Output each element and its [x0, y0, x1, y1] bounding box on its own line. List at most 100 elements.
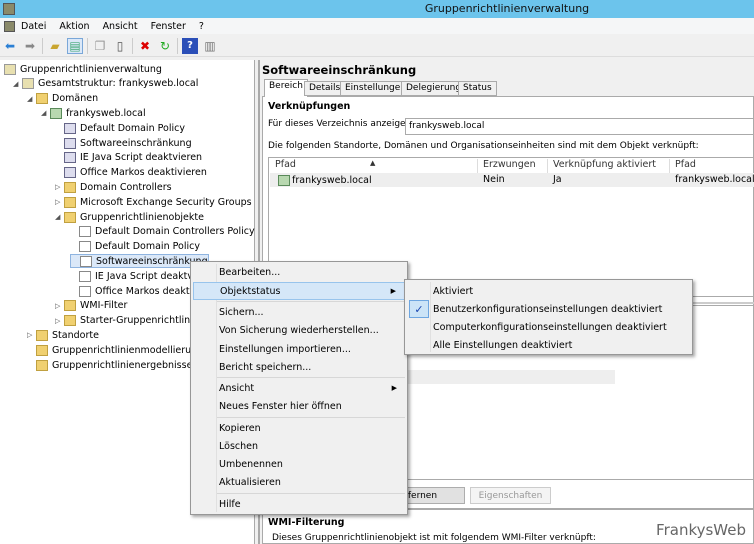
help-icon[interactable]: ?: [182, 37, 198, 54]
context-menu-item[interactable]: Objektstatus ▶: [193, 282, 405, 300]
properties-icon[interactable]: ▥: [202, 38, 218, 54]
column-header-verknuepfung[interactable]: Verknüpfung aktiviert: [548, 159, 670, 173]
tree-item[interactable]: Default Domain Controllers Policy: [70, 225, 255, 239]
paste-icon[interactable]: ▯: [112, 38, 128, 54]
tree-item[interactable]: Default Domain Policy: [55, 121, 185, 135]
collapse-icon[interactable]: ◢: [55, 213, 64, 221]
directory-select[interactable]: frankysweb.local: [405, 118, 754, 135]
show-hide-tree-icon[interactable]: ▤: [67, 37, 83, 54]
menu-item-label: Benutzerkonfigurationseinstellungen deak…: [433, 303, 663, 315]
properties-button[interactable]: Eigenschaften: [470, 487, 551, 504]
context-menu-item[interactable]: Ansicht ▶: [193, 379, 405, 397]
tree-item[interactable]: ◢ Gesamtstruktur: frankysweb.local: [13, 77, 198, 91]
menu-item-label: Computerkonfigurationseinstellungen deak…: [433, 321, 667, 333]
tree-item[interactable]: Office Markos deaktivieren: [55, 166, 207, 180]
expand-icon[interactable]: ▷: [55, 183, 64, 191]
column-header-pfad[interactable]: Pfad ▲: [270, 159, 478, 173]
menu-item-label: Sichern...: [219, 306, 264, 318]
folder-icon: [64, 181, 76, 193]
menu-item-label: Von Sicherung wiederherstellen...: [219, 324, 379, 336]
wmi-heading: WMI-Filterung: [268, 517, 345, 528]
context-menu-item[interactable]: Sichern...: [193, 303, 405, 321]
expand-icon[interactable]: ▷: [55, 198, 64, 206]
tree-item[interactable]: ▷ Standorte: [27, 328, 99, 342]
context-menu-item[interactable]: Von Sicherung wiederherstellen...: [193, 321, 405, 339]
toolbar-separator: [132, 37, 133, 54]
check-icon: ✓: [409, 300, 429, 318]
copy-icon[interactable]: ❐: [92, 38, 108, 54]
tree-item[interactable]: ▷ Domain Controllers: [55, 180, 172, 194]
menu-separator: [217, 493, 405, 494]
cell-aktiviert: Ja: [553, 174, 562, 185]
tree-item-label: Default Domain Policy: [80, 122, 185, 134]
tab-bereich[interactable]: Bereich: [264, 79, 308, 97]
folder-icon: [64, 315, 76, 327]
column-header-erzwungen[interactable]: Erzwungen: [478, 159, 548, 173]
delete-icon[interactable]: ✖: [137, 38, 153, 54]
tree-item[interactable]: IE Java Script deaktvieren: [55, 151, 202, 165]
tree-item-label: Gruppenrichtlinienobjekte: [80, 211, 204, 223]
link-icon: [64, 122, 76, 134]
link-icon: [64, 152, 76, 164]
tree-item[interactable]: ◢ Domänen: [27, 92, 98, 106]
expand-icon[interactable]: ▷: [27, 331, 36, 339]
context-menu-item[interactable]: Löschen: [193, 437, 405, 455]
gpo-icon: [79, 241, 91, 253]
column-header-pfad-2[interactable]: Pfad: [670, 159, 754, 173]
context-menu-item[interactable]: Einstellungen importieren...: [193, 340, 405, 358]
submenu-item[interactable]: ✓ Benutzerkonfigurationseinstellungen dea…: [407, 300, 690, 318]
menu-item-label: Aktualisieren: [219, 476, 281, 488]
back-icon[interactable]: ⬅: [2, 38, 18, 54]
gpo-icon: [79, 226, 91, 238]
expand-icon[interactable]: ▷: [55, 317, 64, 325]
folder-icon: [36, 344, 48, 356]
cell-pfad: frankysweb.local: [273, 174, 372, 187]
tree-item[interactable]: Softwareeinschränkung: [70, 254, 209, 269]
context-menu-item[interactable]: Umbenennen: [193, 455, 405, 473]
folder-icon: [36, 359, 48, 371]
context-menu-item[interactable]: Aktualisieren: [193, 473, 405, 491]
submenu-item[interactable]: Alle Einstellungen deaktiviert: [407, 336, 690, 354]
forward-icon[interactable]: ➡: [22, 38, 38, 54]
refresh-icon[interactable]: ↻: [157, 38, 173, 54]
collapse-icon[interactable]: ◢: [41, 109, 50, 117]
context-menu-item[interactable]: Bearbeiten...: [193, 263, 405, 281]
menu-item-label: Kopieren: [219, 422, 261, 434]
tree-item[interactable]: Gruppenrichtlinienmodellierung: [27, 343, 203, 357]
system-menu-icon[interactable]: [4, 20, 15, 32]
context-menu-item[interactable]: Kopieren: [193, 419, 405, 437]
expand-icon[interactable]: ▷: [55, 302, 64, 310]
menu-separator: [217, 377, 405, 378]
collapse-icon[interactable]: ◢: [13, 80, 22, 88]
tree-item[interactable]: ◢ frankysweb.local: [41, 106, 146, 120]
menu-datei[interactable]: Datei: [21, 21, 46, 32]
tree-item[interactable]: ▷ WMI-Filter: [55, 299, 127, 313]
menu-fenster[interactable]: Fenster: [151, 21, 186, 32]
context-menu-item[interactable]: Neues Fenster hier öffnen: [193, 397, 405, 415]
tree-item[interactable]: Gruppenrichtlinienergebnisse: [27, 358, 192, 372]
tab-delegierung[interactable]: Delegierung: [401, 81, 467, 96]
gpo-icon: [79, 270, 91, 282]
context-menu: Bearbeiten... Objektstatus ▶ Sichern... Von …: [190, 261, 408, 515]
menu-aktion[interactable]: Aktion: [59, 21, 89, 32]
submenu-item[interactable]: Aktiviert: [407, 282, 690, 300]
up-folder-icon[interactable]: ▰: [47, 38, 63, 54]
tree-item-label: Gruppenrichtlinienergebnisse: [52, 359, 193, 371]
column-label: Pfad: [275, 159, 296, 170]
menu-ansicht[interactable]: Ansicht: [103, 21, 138, 32]
context-menu-item[interactable]: Hilfe: [193, 495, 405, 513]
collapse-icon[interactable]: ◢: [27, 95, 36, 103]
cell-erzwungen: Nein: [483, 174, 505, 185]
tree-item[interactable]: ▷ Microsoft Exchange Security Groups: [55, 195, 252, 209]
submenu-item[interactable]: Computerkonfigurationseinstellungen deak…: [407, 318, 690, 336]
tree-item-label: IE Java Script deaktvieren: [80, 152, 203, 164]
sort-asc-icon: ▲: [370, 159, 376, 167]
toolbar-separator: [42, 37, 43, 54]
context-menu-item[interactable]: Bericht speichern...: [193, 358, 405, 376]
tab-status[interactable]: Status: [458, 81, 497, 96]
menu-help[interactable]: ?: [199, 21, 204, 32]
tree-item[interactable]: ◢ Gruppenrichtlinienobjekte: [55, 210, 204, 224]
tree-item[interactable]: Gruppenrichtlinienverwaltung: [4, 62, 162, 76]
tree-item[interactable]: Default Domain Policy: [70, 240, 200, 254]
tree-item[interactable]: Softwareeinschränkung: [55, 136, 192, 150]
